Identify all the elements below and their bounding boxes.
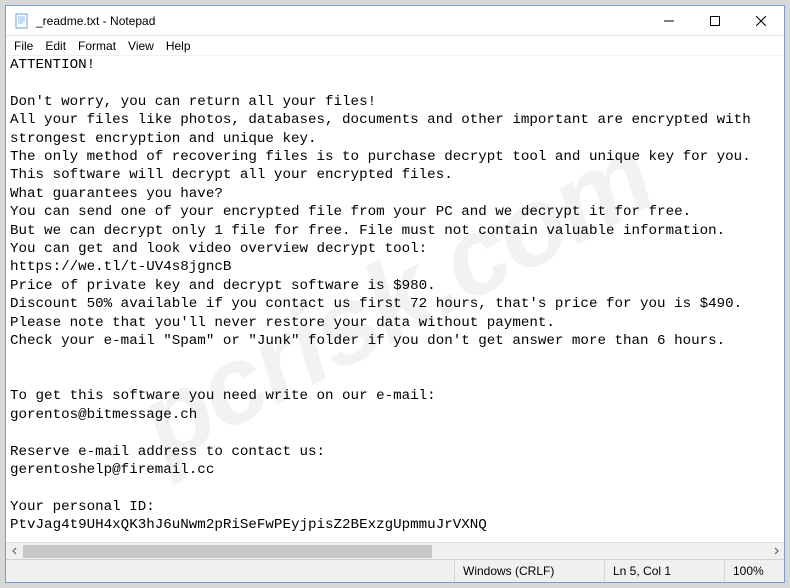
window-controls — [646, 6, 784, 35]
window-title: _readme.txt - Notepad — [36, 14, 646, 28]
scroll-left-arrow-icon[interactable] — [6, 543, 23, 560]
menu-edit[interactable]: Edit — [39, 38, 72, 54]
menu-file[interactable]: File — [8, 38, 39, 54]
notepad-window: _readme.txt - Notepad File Edit Format V… — [5, 5, 785, 583]
status-cursor-position: Ln 5, Col 1 — [604, 560, 724, 582]
scroll-track[interactable] — [23, 543, 767, 559]
editor-area: ATTENTION! Don't worry, you can return a… — [6, 56, 784, 542]
menu-view[interactable]: View — [122, 38, 160, 54]
scroll-thumb[interactable] — [23, 545, 432, 558]
menubar: File Edit Format View Help — [6, 36, 784, 56]
menu-help[interactable]: Help — [160, 38, 197, 54]
notepad-app-icon — [12, 11, 32, 31]
text-content[interactable]: ATTENTION! Don't worry, you can return a… — [6, 56, 784, 542]
status-encoding: Windows (CRLF) — [454, 560, 604, 582]
horizontal-scrollbar[interactable] — [6, 542, 784, 559]
menu-format[interactable]: Format — [72, 38, 122, 54]
titlebar: _readme.txt - Notepad — [6, 6, 784, 36]
statusbar: Windows (CRLF) Ln 5, Col 1 100% — [6, 559, 784, 582]
status-zoom: 100% — [724, 560, 784, 582]
close-button[interactable] — [738, 6, 784, 35]
scroll-right-arrow-icon[interactable] — [767, 543, 784, 560]
maximize-button[interactable] — [692, 6, 738, 35]
minimize-button[interactable] — [646, 6, 692, 35]
